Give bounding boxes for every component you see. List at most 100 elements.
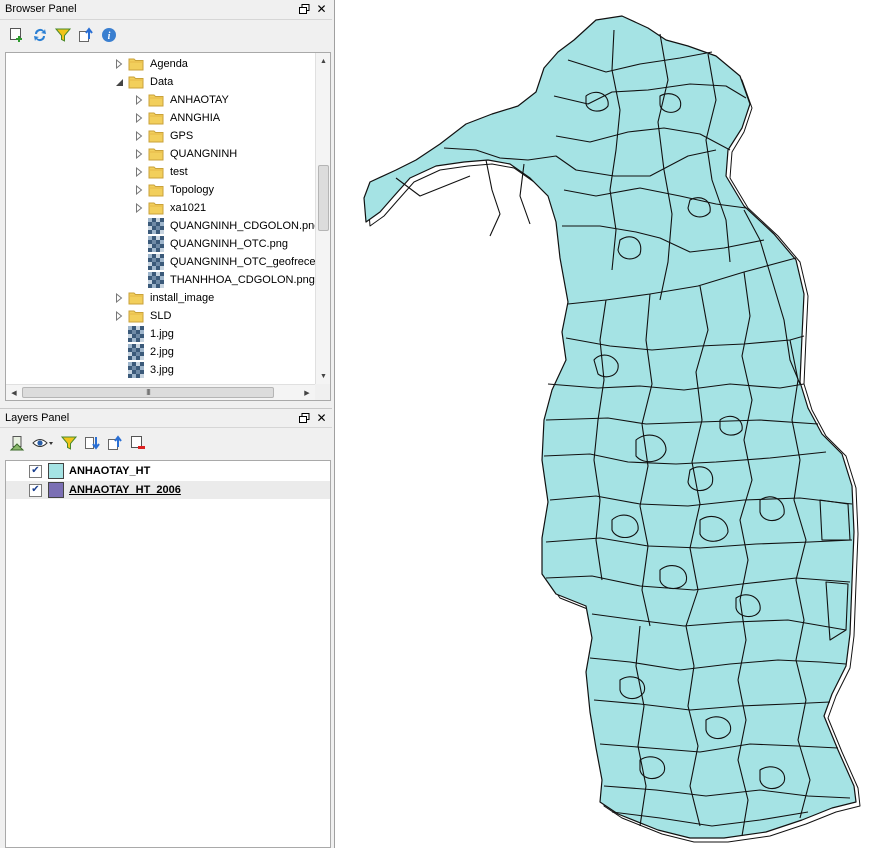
- tree-item-label: ANHAOTAY: [170, 94, 229, 106]
- qgis-window: Browser Panel ✕ i Agenda Data ANHAOTAY A…: [0, 0, 875, 848]
- layer-name[interactable]: ANHAOTAY_HT_2006: [69, 484, 181, 496]
- tree-folder-item[interactable]: install_image: [114, 289, 214, 307]
- expand-arrow-icon[interactable]: [134, 95, 144, 105]
- tree-folder-item[interactable]: xa1021: [134, 199, 206, 217]
- layer-row-anhaotay-ht[interactable]: ✔ ANHAOTAY_HT: [6, 462, 330, 480]
- collapse-all-icon[interactable]: [77, 26, 95, 44]
- tree-file-item[interactable]: 2.jpg: [114, 343, 174, 361]
- layers-list[interactable]: ✔ ANHAOTAY_HT ✔ ANHAOTAY_HT_2006: [5, 460, 331, 848]
- layer-visibility-checkbox[interactable]: ✔: [29, 464, 42, 478]
- map-canvas[interactable]: [335, 0, 875, 848]
- layer-color-swatch[interactable]: [48, 482, 64, 498]
- tree-folder-item[interactable]: Topology: [134, 181, 214, 199]
- folder-icon: [148, 128, 164, 144]
- folder-icon: [128, 56, 144, 72]
- tree-folder-item[interactable]: test: [134, 163, 188, 181]
- scroll-grip: III: [146, 388, 151, 397]
- layers-panel-title: Layers Panel: [5, 412, 70, 424]
- expand-arrow-icon[interactable]: [114, 293, 124, 303]
- map-features[interactable]: [335, 0, 875, 848]
- expand-arrow-icon[interactable]: [134, 167, 144, 177]
- layer-name[interactable]: ANHAOTAY_HT: [69, 465, 150, 477]
- filter-icon[interactable]: [54, 26, 72, 44]
- layer-visibility-checkbox[interactable]: ✔: [29, 483, 42, 497]
- layer-row-anhaotay-ht-2006[interactable]: ✔ ANHAOTAY_HT_2006: [6, 481, 330, 499]
- browser-vertical-scrollbar[interactable]: ▲ ▼: [315, 53, 330, 384]
- browser-panel-title: Browser Panel: [5, 3, 77, 15]
- tree-file-item[interactable]: 3.jpg: [114, 361, 174, 379]
- tree-folder-item[interactable]: Data: [114, 73, 173, 91]
- refresh-icon[interactable]: [31, 26, 49, 44]
- layer-color-swatch[interactable]: [48, 463, 64, 479]
- visibility-eye-icon[interactable]: [31, 434, 55, 452]
- tree-folder-item[interactable]: ANHAOTAY: [134, 91, 229, 109]
- close-icon[interactable]: ✕: [315, 411, 328, 425]
- float-icon[interactable]: [298, 411, 311, 425]
- raster-image-icon: [128, 326, 144, 342]
- collapse-arrow-icon[interactable]: [114, 77, 124, 87]
- tree-item-label: 1.jpg: [150, 328, 174, 340]
- filter-legend-icon[interactable]: [60, 434, 78, 452]
- scroll-left-icon[interactable]: ◀: [7, 386, 21, 400]
- tree-file-item[interactable]: QUANGNINH_OTC.png: [134, 235, 288, 253]
- scroll-down-icon[interactable]: ▼: [316, 369, 330, 383]
- raster-image-icon: [128, 362, 144, 378]
- tree-item-label: 2.jpg: [150, 346, 174, 358]
- horizontal-scroll-thumb[interactable]: III: [22, 387, 274, 398]
- add-layer-icon[interactable]: [8, 26, 26, 44]
- tree-file-item[interactable]: QUANGNINH_CDGOLON.png: [134, 217, 320, 235]
- tree-item-label: test: [170, 166, 188, 178]
- commune-fill-layer[interactable]: [363, 15, 857, 839]
- vertical-scroll-thumb[interactable]: [318, 165, 329, 231]
- folder-icon: [128, 290, 144, 306]
- tree-file-item[interactable]: QUANGNINH_OTC_geofrecen: [134, 253, 322, 271]
- raster-image-icon: [148, 236, 164, 252]
- browser-toolbar: i: [2, 22, 332, 48]
- info-icon[interactable]: i: [100, 26, 118, 44]
- expand-arrow-icon[interactable]: [114, 311, 124, 321]
- folder-icon: [148, 182, 164, 198]
- expand-arrow-icon[interactable]: [114, 59, 124, 69]
- tree-item-label: QUANGNINH_OTC_geofrecen: [170, 256, 322, 268]
- float-icon[interactable]: [298, 2, 311, 16]
- tree-folder-item[interactable]: GPS: [134, 127, 193, 145]
- expand-arrow-icon[interactable]: [134, 185, 144, 195]
- style-manager-icon[interactable]: [8, 434, 26, 452]
- folder-icon: [148, 146, 164, 162]
- expand-arrow-icon[interactable]: [134, 149, 144, 159]
- tree-item-label: 3.jpg: [150, 364, 174, 376]
- tree-item-label: Agenda: [150, 58, 188, 70]
- tree-file-item[interactable]: THANHHOA_CDGOLON.png: [134, 271, 315, 289]
- folder-icon: [128, 308, 144, 324]
- layers-toolbar: [2, 430, 332, 456]
- folder-icon: [128, 74, 144, 90]
- browser-horizontal-scrollbar[interactable]: ◀ III ▶: [6, 384, 316, 400]
- expand-arrow-icon[interactable]: [134, 131, 144, 141]
- folder-icon: [148, 164, 164, 180]
- remove-layer-icon[interactable]: [129, 434, 147, 452]
- scroll-right-icon[interactable]: ▶: [300, 386, 314, 400]
- close-icon[interactable]: ✕: [315, 2, 328, 16]
- expand-arrow-icon[interactable]: [134, 113, 144, 123]
- tree-folder-item[interactable]: SLD: [114, 307, 171, 325]
- folder-icon: [148, 110, 164, 126]
- tree-item-label: install_image: [150, 292, 215, 304]
- tree-folder-item[interactable]: QUANGNINH: [134, 145, 237, 163]
- tree-item-label: THANHHOA_CDGOLON.png: [170, 274, 315, 286]
- tree-file-item[interactable]: 1.jpg: [114, 325, 174, 343]
- svg-text:i: i: [108, 31, 111, 42]
- browser-panel-header: Browser Panel ✕: [0, 0, 332, 20]
- collapse-all-icon[interactable]: [106, 434, 124, 452]
- tree-folder-item[interactable]: ANNGHIA: [134, 109, 220, 127]
- browser-tree[interactable]: Agenda Data ANHAOTAY ANNGHIA GPS QUANGNINH tes…: [5, 52, 331, 401]
- tree-folder-item[interactable]: Agenda: [114, 55, 188, 73]
- tree-item-label: SLD: [150, 310, 172, 322]
- expand-all-icon[interactable]: [83, 434, 101, 452]
- expand-arrow-icon[interactable]: [134, 203, 144, 213]
- scroll-up-icon[interactable]: ▲: [316, 54, 330, 68]
